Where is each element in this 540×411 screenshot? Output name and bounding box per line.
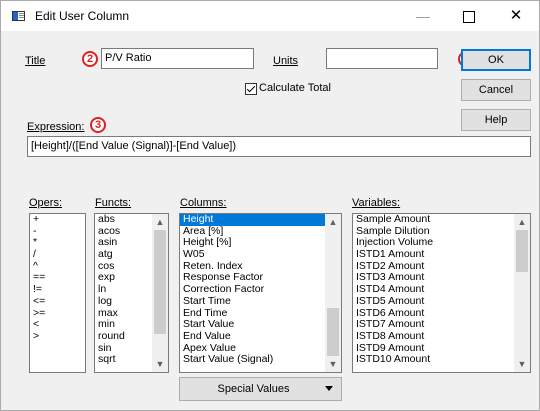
step-marker-3: 3 [90,117,106,133]
cancel-button[interactable]: Cancel [461,79,531,101]
minimize-button[interactable]: — [400,1,446,31]
variable-item[interactable]: ISTD10 Amount [353,354,530,366]
column-item[interactable]: Start Value (Signal) [180,354,341,366]
scroll-up-arrow-icon[interactable]: ▲ [514,214,530,230]
column-item[interactable]: Start Time [180,295,341,308]
app-icon [12,11,25,21]
oper-item[interactable]: / [30,248,85,261]
column-item[interactable]: W05 [180,248,341,261]
variables-scrollbar[interactable]: ▲ ▼ [514,214,530,372]
columns-label: Columns: [180,197,227,209]
opers-list[interactable]: + - * / ^ == != <= >= < > [29,213,86,373]
variable-item[interactable]: Sample Amount [353,214,530,226]
title-bar: Edit User Column — ✕ [1,1,539,31]
oper-item[interactable]: - [30,225,85,238]
title-label: Title [25,55,46,67]
ok-button[interactable]: OK [461,49,531,71]
units-label: Units [273,55,299,67]
variable-item[interactable]: ISTD1 Amount [353,248,530,261]
opers-label: Opers: [29,197,63,209]
expression-label: Expression: [27,121,85,133]
calculate-total-checkbox[interactable] [245,83,257,95]
close-button[interactable]: ✕ [493,1,539,31]
title-input[interactable]: P/V Ratio [101,48,254,69]
column-item[interactable]: End Value [180,330,341,343]
help-button[interactable]: Help [461,109,531,131]
oper-item[interactable]: <= [30,295,85,308]
functs-label: Functs: [95,197,132,209]
maximize-icon [463,11,475,24]
scroll-thumb[interactable] [154,230,166,334]
scroll-thumb[interactable] [516,230,528,272]
column-item[interactable]: Height [180,214,341,226]
calculate-total-label: Calculate Total [259,82,331,94]
special-values-dropdown[interactable]: Special Values [179,377,342,401]
edit-user-column-dialog: Edit User Column — ✕ Title 2 P/V Ratio U… [0,0,540,411]
dropdown-arrow-icon [325,386,333,391]
units-input[interactable] [326,48,438,69]
functs-list[interactable]: abs acos asin atg cos exp ln log max min round sin s… [94,213,169,373]
scroll-down-arrow-icon[interactable]: ▼ [325,356,341,372]
window-title: Edit User Column [35,9,130,23]
oper-item[interactable]: + [30,214,85,226]
scroll-up-arrow-icon[interactable]: ▲ [152,214,168,230]
variables-list[interactable]: Sample Amount Sample Dilution Injection Vo… [352,213,531,373]
oper-item[interactable]: > [30,330,85,343]
columns-scrollbar[interactable]: ▲ ▼ [325,214,341,372]
variable-item[interactable]: ISTD5 Amount [353,295,530,308]
expression-input[interactable]: [Height]/([End Value (Signal)]-[End Valu… [27,136,531,157]
oper-item[interactable]: * [30,237,85,249]
scroll-down-arrow-icon[interactable]: ▼ [152,356,168,372]
maximize-button[interactable] [446,1,492,31]
step-marker-2: 2 [82,51,98,67]
scroll-down-arrow-icon[interactable]: ▼ [514,356,530,372]
functs-scrollbar[interactable]: ▲ ▼ [152,214,168,372]
special-values-label: Special Values [217,383,290,395]
variable-item[interactable]: ISTD8 Amount [353,330,530,343]
variables-label: Variables: [352,197,401,209]
scroll-up-arrow-icon[interactable]: ▲ [325,214,341,230]
scroll-thumb[interactable] [327,308,339,356]
columns-list[interactable]: Height Area [%] Height [%] W05 Reten. Index R… [179,213,342,373]
